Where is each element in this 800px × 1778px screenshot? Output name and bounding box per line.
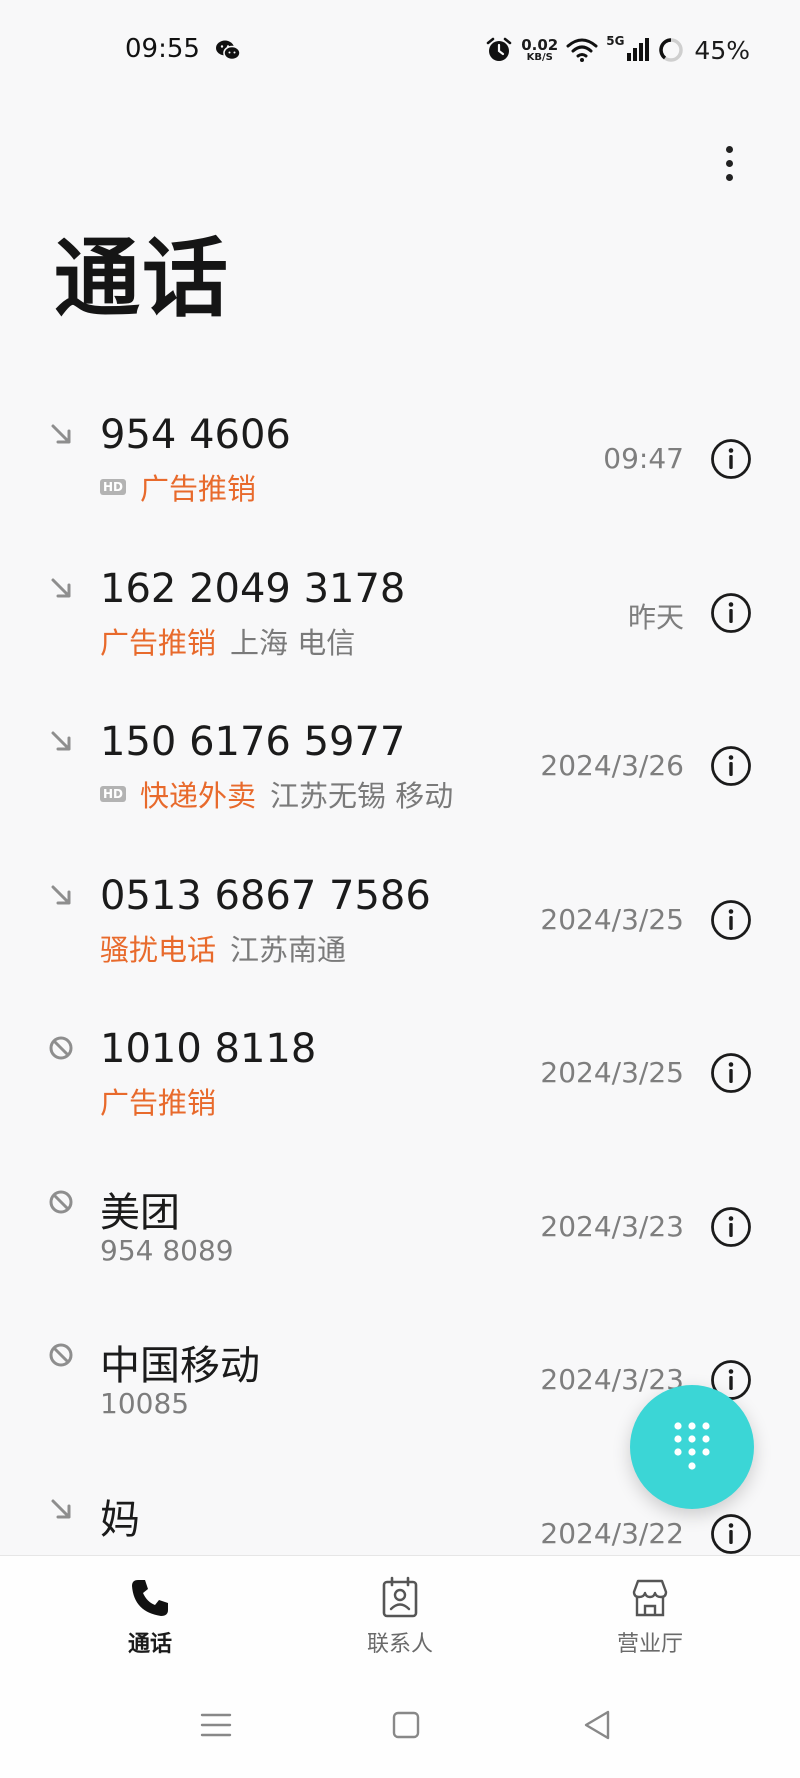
status-time: 09:55 (125, 34, 200, 64)
hd-badge: HD (100, 786, 127, 802)
call-time: 2024/3/25 (540, 1056, 684, 1089)
incoming-call-icon (51, 578, 71, 597)
incoming-call-icon (51, 731, 71, 751)
call-subline: 骚扰电话 江苏南通 (100, 927, 346, 969)
call-name: 1010 8118 (100, 1026, 317, 1072)
call-log-item[interactable]: 美团 954 8089 2024/3/23 (0, 1150, 800, 1300)
call-name: 美团 (100, 1189, 180, 1236)
call-time: 2024/3/25 (540, 902, 684, 936)
store-icon (632, 1579, 668, 1617)
net-speed-value: 0.02 (521, 35, 559, 54)
battery-percent: 45% (694, 35, 750, 65)
call-tag: 快递外卖 (140, 779, 257, 813)
call-name: 954 4606 (100, 412, 291, 458)
net-speed-unit: KB/S (526, 51, 553, 63)
call-subline: HD 广告推销 (100, 466, 256, 508)
call-log-item[interactable]: 150 6176 5977 HD 快递外卖 江苏无锡 移动 2024/3/26 (0, 689, 800, 839)
call-subline: 954 8089 (100, 1234, 234, 1267)
wifi-icon (566, 38, 598, 62)
call-subline: 广告推销 (100, 1080, 216, 1122)
info-icon[interactable] (710, 438, 752, 480)
back-icon[interactable] (578, 1705, 618, 1745)
bottom-tab-bar: 通话 联系人 营业厅 (0, 1555, 800, 1676)
call-tag: 广告推销 (100, 625, 217, 660)
call-log-list: 954 4606 HD 广告推销 09:47 162 2049 3178 广告推销 上海 电… (0, 382, 800, 1554)
blocked-call-icon (49, 1190, 73, 1213)
hd-badge: HD (100, 479, 127, 495)
call-number: 10085 (100, 1387, 190, 1420)
status-bar: 09:55 0.02 KB/S 5G 45% (0, 0, 800, 100)
incoming-call-icon (51, 885, 71, 904)
call-name: 162 2049 3178 (100, 565, 406, 612)
info-icon[interactable] (710, 592, 752, 634)
call-location: 江苏无锡 移动 (270, 779, 454, 813)
call-number: 954 8089 (100, 1233, 234, 1267)
call-time: 2024/3/23 (540, 1209, 684, 1243)
info-icon[interactable] (710, 1206, 752, 1248)
network-type-label: 5G (606, 34, 625, 48)
tab-calls[interactable]: 通话 (90, 1576, 210, 1658)
blocked-call-icon (49, 1343, 73, 1367)
tab-contacts[interactable]: 联系人 (340, 1576, 460, 1658)
contacts-icon (382, 1576, 418, 1618)
more-options-button[interactable] (712, 138, 746, 188)
net-speed: 0.02 KB/S (521, 35, 559, 63)
call-name: 妈 (100, 1496, 140, 1543)
call-subline: HD 快递外卖 江苏无锡 移动 (100, 773, 453, 815)
call-log-item[interactable]: 0513 6867 7586 骚扰电话 江苏南通 2024/3/25 (0, 843, 800, 993)
blocked-call-icon (49, 1036, 73, 1060)
dialpad-button[interactable] (630, 1385, 754, 1509)
call-name: 中国移动 (100, 1343, 260, 1389)
signal-icon (627, 38, 650, 61)
call-tag: 广告推销 (100, 1086, 217, 1120)
call-name: 150 6176 5977 (100, 719, 406, 765)
call-log-item[interactable]: 162 2049 3178 广告推销 上海 电信 昨天 (0, 536, 800, 686)
call-time: 2024/3/22 (540, 1516, 684, 1550)
wechat-icon (216, 40, 241, 61)
call-log-item[interactable]: 1010 8118 广告推销 2024/3/25 (0, 996, 800, 1146)
call-log-item[interactable]: 954 4606 HD 广告推销 09:47 (0, 382, 800, 532)
home-icon[interactable] (386, 1705, 426, 1745)
tab-label: 通话 (127, 1632, 172, 1657)
info-icon[interactable] (710, 745, 752, 787)
dialpad-icon (674, 1422, 710, 1470)
info-icon[interactable] (710, 1052, 752, 1094)
call-location: 江苏南通 (230, 932, 347, 967)
incoming-call-icon (51, 424, 71, 444)
more-dot (725, 159, 733, 167)
more-dot (725, 173, 733, 181)
call-subline: 广告推销 上海 电信 (100, 620, 355, 662)
recent-apps-icon[interactable] (196, 1705, 236, 1745)
tab-store[interactable]: 营业厅 (590, 1576, 710, 1658)
alarm-icon (486, 37, 512, 61)
call-name: 0513 6867 7586 (100, 872, 431, 919)
tab-label: 营业厅 (616, 1632, 683, 1657)
call-tag: 骚扰电话 (100, 932, 217, 967)
tab-label: 联系人 (366, 1632, 433, 1657)
call-time: 2024/3/26 (540, 749, 684, 782)
info-icon[interactable] (710, 899, 752, 941)
call-location: 上海 电信 (230, 625, 356, 660)
call-tag: 广告推销 (140, 472, 257, 506)
call-time: 09:47 (603, 442, 684, 475)
call-subline: 10085 (100, 1387, 189, 1420)
call-time: 昨天 (627, 600, 684, 634)
more-dot (725, 145, 733, 153)
battery-icon (659, 38, 684, 62)
incoming-call-icon (51, 1499, 71, 1518)
phone-icon (132, 1580, 168, 1616)
status-right-group: 0.02 KB/S 5G 45% (485, 32, 750, 68)
system-navigation-bar (0, 1675, 800, 1778)
info-icon[interactable] (710, 1513, 752, 1555)
page-title: 通话 (54, 229, 230, 329)
